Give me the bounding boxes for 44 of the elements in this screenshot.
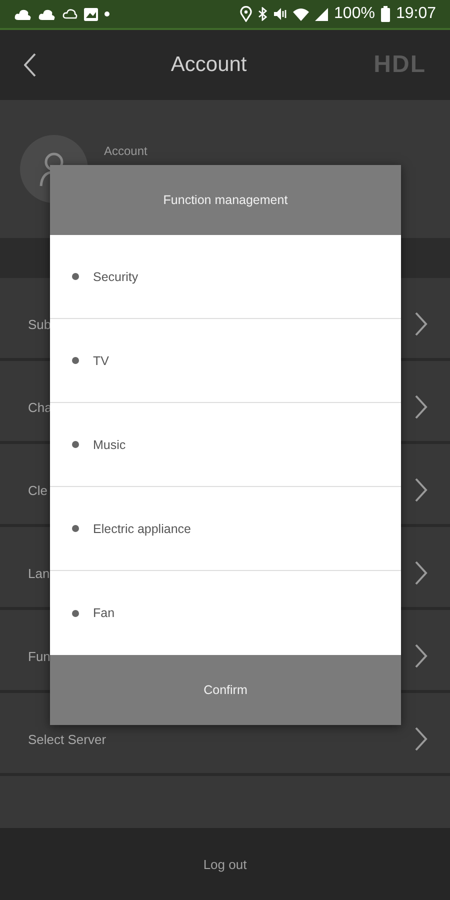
battery-percent: 100% (334, 5, 375, 23)
cloud-outline-icon (62, 7, 78, 21)
function-item[interactable]: TV (50, 319, 401, 403)
dialog-title: Function management (50, 165, 401, 235)
battery-icon (380, 6, 390, 22)
mute-icon (273, 7, 288, 21)
function-label: Fan (93, 606, 115, 620)
menu-row-label: Lan (28, 566, 51, 580)
bullet-icon (72, 610, 79, 616)
function-item[interactable]: Security (50, 235, 401, 319)
chevron-right-icon (414, 311, 428, 337)
menu-row-label: Sub (28, 316, 52, 332)
bullet-icon (72, 273, 79, 280)
account-label: Account (104, 144, 148, 158)
location-icon (240, 6, 252, 22)
bluetooth-icon (258, 7, 268, 21)
page-title: Account (170, 53, 248, 77)
image-icon (84, 8, 98, 20)
menu-row-label: Select Server (28, 732, 108, 746)
function-item[interactable]: Electric appliance (50, 487, 401, 571)
bullet-icon (72, 441, 79, 448)
bullet-icon (72, 525, 79, 532)
function-label: Security (93, 270, 138, 284)
dot-icon (104, 11, 110, 17)
chevron-right-icon (414, 477, 428, 503)
confirm-button[interactable]: Confirm (50, 655, 401, 725)
chevron-right-icon (414, 643, 428, 669)
logout-button[interactable]: Log out (0, 828, 450, 900)
cloud-icon (14, 7, 32, 21)
chevron-right-icon (414, 560, 428, 586)
function-item[interactable]: Music (50, 403, 401, 487)
menu-row-label: Cle (28, 482, 49, 498)
clock-time: 19:07 (396, 5, 436, 23)
function-label: Electric appliance (93, 522, 191, 536)
function-label: TV (93, 354, 109, 368)
function-item[interactable]: Fan (50, 571, 401, 655)
bullet-icon (72, 357, 79, 364)
menu-row-label: Fun (28, 648, 52, 664)
chevron-right-icon (414, 726, 428, 752)
chevron-right-icon (414, 394, 428, 420)
function-label: Music (93, 438, 126, 452)
cloud-icon (38, 7, 56, 21)
signal-icon (315, 8, 328, 20)
wifi-icon (293, 8, 310, 20)
